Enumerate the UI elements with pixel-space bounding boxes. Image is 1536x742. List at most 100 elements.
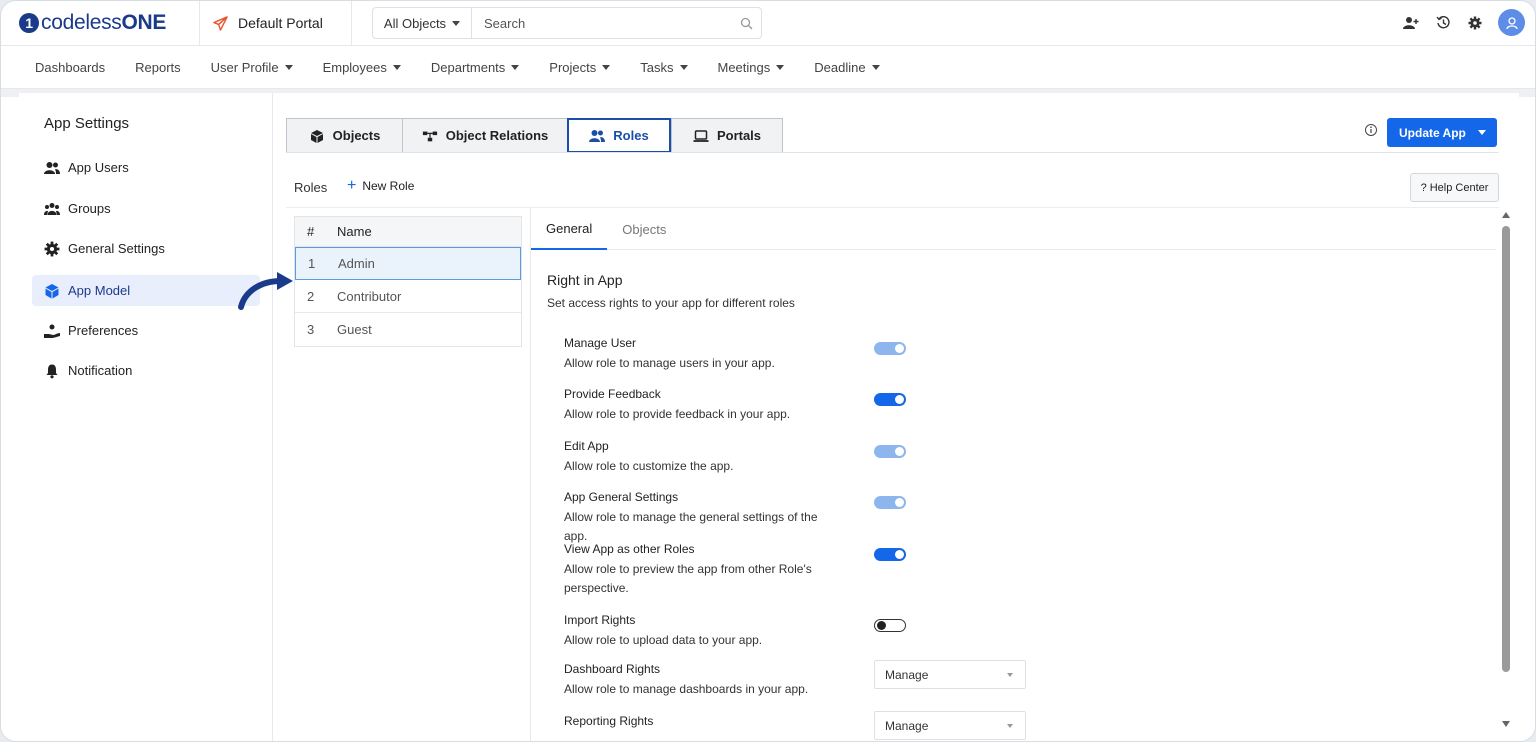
permission-title: Edit App [564,439,609,453]
sidebar-item-app-users[interactable]: App Users [32,152,260,183]
view-as-other-roles-toggle[interactable] [874,548,906,561]
help-center-button[interactable]: ? Help Center [1410,173,1499,202]
sidebar-title: App Settings [44,115,130,132]
permission-reporting-rights: Reporting Rights [564,714,653,728]
table-row[interactable]: 3 Guest [295,313,521,346]
nav-label: Deadline [814,60,866,75]
add-user-icon[interactable] [1402,14,1420,32]
nav-reports[interactable]: Reports [135,60,181,75]
scroll-down-icon[interactable] [1502,721,1510,727]
tab-roles[interactable]: Roles [567,118,671,153]
table-row[interactable]: 1 Admin [295,247,521,280]
edit-app-toggle[interactable] [874,445,906,458]
section-title: Right in App [547,272,623,288]
sidebar-item-label: Notification [68,363,133,378]
permission-title: Reporting Rights [564,714,654,728]
logo-prefix: codeless [41,11,122,34]
search-scope-label: All Objects [383,15,447,31]
role-name: Guest [337,322,372,337]
logo-mark: 1 [19,13,39,33]
users-icon [589,129,606,142]
table-row[interactable]: 2 Contributor [295,280,521,313]
sidebar-item-notification[interactable]: Notification [32,355,260,386]
chevron-down-icon [452,20,461,26]
scroll-thumb[interactable] [1502,226,1510,672]
chevron-down-icon [1007,724,1013,728]
hand-icon [44,324,60,338]
permission-desc: Allow role to manage dashboards in your … [564,682,809,696]
nav-dashboards[interactable]: Dashboards [35,60,105,75]
search-icon[interactable] [731,17,761,30]
tab-label: Object Relations [445,128,549,143]
manage-user-toggle[interactable] [874,342,906,355]
permission-title: Manage User [564,336,637,350]
permission-title: Dashboard Rights [564,662,661,676]
tab-object-relations[interactable]: Object Relations [402,118,567,153]
nav-tasks[interactable]: Tasks [640,60,688,75]
search-scope-select[interactable]: All Objects [373,8,472,38]
permission-import-rights: Import Rights Allow role to upload data … [564,613,834,650]
nav-label: Projects [549,60,597,75]
sidebar-item-label: App Users [68,160,129,175]
update-app-button[interactable]: Update App [1387,118,1497,147]
nav-departments[interactable]: Departments [431,60,520,75]
provide-feedback-toggle[interactable] [874,393,906,406]
app-general-settings-toggle[interactable] [874,496,906,509]
permission-desc: Allow role to manage users in your app. [564,356,775,370]
toggle-knob [895,498,904,507]
tab-label: Objects [332,128,381,143]
chevron-down-icon [602,65,611,70]
dashboard-rights-select[interactable]: Manage [874,660,1026,689]
sidebar-item-label: Preferences [68,323,139,338]
roles-table: # Name 1 Admin 2 Contributor 3 Guest [294,216,522,347]
nav-deadline[interactable]: Deadline [814,60,880,75]
nav-employees[interactable]: Employees [323,60,401,75]
search-input[interactable]: Search [472,16,731,31]
chevron-down-icon [679,65,688,70]
new-role-button[interactable]: + New Role [347,178,414,194]
tab-objects[interactable]: Objects [286,118,402,153]
permission-title: App General Settings [564,490,679,504]
tab-objects-rights[interactable]: Objects [607,208,681,250]
tab-portals[interactable]: Portals [671,118,783,153]
detail-scrollbar[interactable] [1499,208,1513,741]
app-logo[interactable]: 1 codeless ONE [19,11,166,35]
nav-projects[interactable]: Projects [549,60,611,75]
nav-meetings[interactable]: Meetings [718,60,785,75]
update-app-dropdown[interactable] [1467,118,1497,147]
permission-app-general-settings: App General Settings Allow role to manag… [564,490,834,546]
divider [199,1,200,46]
permission-manage-user: Manage User Allow role to manage users i… [564,336,834,373]
permission-view-as-other-roles: View App as other Roles Allow role to pr… [564,542,814,598]
permission-provide-feedback: Provide Feedback Allow role to provide f… [564,387,834,424]
relations-icon [422,131,437,141]
gear-icon[interactable] [1466,14,1484,32]
nav-label: Employees [322,60,387,75]
toggle-knob [895,447,904,456]
permission-title: Import Rights [564,613,636,627]
history-icon[interactable] [1434,14,1452,32]
nav-label: Meetings [717,60,771,75]
sidebar-item-general-settings[interactable]: General Settings [32,233,260,264]
user-avatar-icon[interactable] [1498,9,1525,36]
detail-tabs: General Objects [531,208,1496,250]
permission-desc: Allow role to preview the app from other… [564,562,812,595]
sidebar-item-app-model[interactable]: App Model [32,275,260,306]
portal-switcher[interactable]: Default Portal [213,15,323,31]
section-subtitle: Set access rights to your app for differ… [547,296,795,310]
reporting-rights-select[interactable]: Manage [874,711,1026,740]
portal-name: Default Portal [238,15,323,31]
tab-label: Portals [716,128,762,143]
import-rights-toggle[interactable] [874,619,906,632]
app-window: 1 codeless ONE Default Portal All Objects… [0,0,1536,742]
role-name: Admin [338,256,375,271]
info-icon[interactable] [1364,123,1378,137]
tab-general[interactable]: General [531,208,608,250]
nav-label: User Profile [210,60,279,75]
gear-icon [44,241,60,256]
sidebar-item-preferences[interactable]: Preferences [32,315,260,346]
nav-user-profile[interactable]: User Profile [211,60,293,75]
chevron-down-icon [511,65,520,70]
sidebar-item-groups[interactable]: Groups [32,193,260,224]
scroll-up-icon[interactable] [1502,212,1510,218]
